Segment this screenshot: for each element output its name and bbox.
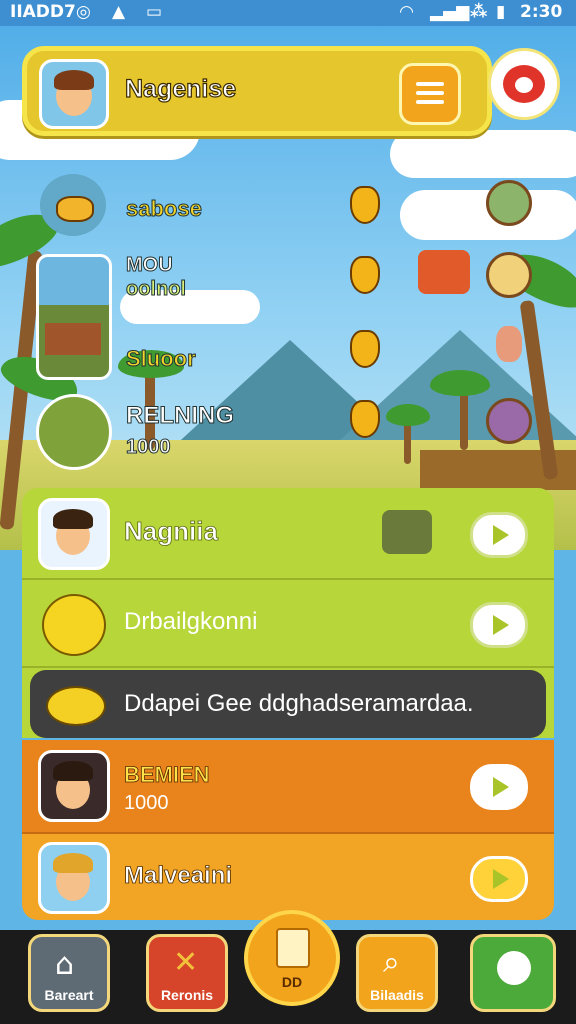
nav-label: Reronis — [160, 987, 214, 1003]
notification-icon: ◎ — [76, 2, 91, 22]
fruit-icon — [350, 400, 380, 438]
row-name: Drbailgkonni — [124, 608, 258, 635]
document-icon — [276, 928, 310, 968]
nav-label: DD — [281, 974, 303, 990]
bottom-nav: ⌂ Bareart ✕ Reronis DD ⌕ Bilaadis — [0, 910, 576, 1024]
palm-leaf — [430, 370, 490, 396]
row-label: RELNING — [126, 402, 235, 430]
status-time: 2:30 — [520, 2, 563, 22]
home-icon: ⌂ — [55, 947, 75, 982]
fish-icon — [46, 686, 106, 726]
tools-icon: ✕ — [173, 945, 199, 980]
row-thumb-items[interactable] — [40, 174, 106, 236]
nav-label: Bareart — [44, 987, 94, 1003]
status-bar: IIADD7 ◎ ▲ ▭ ◠ ▂▄▆ ⁂ ▮ 2:30 — [0, 0, 576, 26]
row-thumb-house[interactable] — [36, 254, 112, 380]
wifi-icon: ◠ — [400, 2, 414, 22]
fruit-icon — [56, 196, 94, 222]
list-item-2[interactable]: Drbailgkonni — [22, 580, 554, 668]
row-name: Malveaini — [124, 862, 233, 890]
list-item-1[interactable]: Nagniia — [22, 488, 554, 580]
player-list-panel: Nagniia Drbailgkonni Ddapei Gee ddghadse… — [22, 488, 554, 920]
row-label-line2: oolnol — [126, 278, 187, 301]
cloud — [390, 130, 576, 178]
row-thumb-field[interactable] — [36, 394, 112, 470]
data-icon: ⁂ — [470, 2, 488, 22]
crate-icon[interactable] — [486, 252, 532, 298]
alert-icon: ▲ — [112, 2, 126, 22]
potion-icon[interactable] — [486, 398, 532, 444]
meat-icon — [496, 326, 522, 362]
palm-tree — [460, 390, 468, 450]
nav-home-button[interactable]: ⌂ Bareart — [28, 934, 110, 1012]
fruit-icon — [350, 256, 380, 294]
battery-icon: ▮ — [496, 2, 506, 22]
leaf-icon[interactable] — [486, 180, 532, 226]
player-name: Nagenise — [124, 74, 237, 103]
play-button[interactable] — [470, 512, 528, 558]
signal-icon: ▂▄▆ — [430, 2, 470, 22]
list-item-3: Ddapei Gee ddghadseramardaa. — [22, 668, 554, 738]
nav-main-button[interactable]: DD — [244, 910, 340, 1006]
play-button[interactable] — [470, 764, 528, 810]
cart-icon — [418, 250, 470, 294]
message-text: Ddapei Gee ddghadseramardaa. — [124, 690, 474, 717]
nav-tools-button[interactable]: ✕ Reronis — [146, 934, 228, 1012]
row-label: sabose — [126, 196, 203, 222]
row-avatar — [38, 842, 110, 914]
list-item-4[interactable]: BEMIEN 1000 — [22, 740, 554, 834]
nav-profile-button[interactable] — [470, 934, 556, 1012]
list-item-5[interactable]: Malveaini — [22, 834, 554, 920]
message-banner[interactable]: Ddapei Gee ddghadseramardaa. — [30, 670, 546, 738]
message-icon: ▭ — [146, 2, 163, 22]
cart-icon — [382, 510, 432, 554]
play-button[interactable] — [470, 856, 528, 902]
status-left-text: IIADD7 — [10, 2, 76, 22]
palm-leaf — [386, 404, 430, 426]
fruit-icon — [350, 186, 380, 224]
row-label-line1: MOU — [126, 254, 174, 277]
row-avatar — [38, 498, 110, 570]
row-label: Sluoor — [126, 346, 197, 372]
nav-label: Bilaadis — [370, 987, 424, 1003]
row-avatar — [38, 750, 110, 822]
fruit-icon — [350, 330, 380, 368]
search-icon: ⌕ — [383, 945, 400, 980]
nav-search-button[interactable]: ⌕ Bilaadis — [356, 934, 438, 1012]
dog-icon — [42, 594, 106, 656]
row-value: 1000 — [126, 436, 171, 459]
row-value: 1000 — [124, 792, 169, 814]
mascot-button[interactable] — [488, 48, 560, 120]
player-avatar[interactable] — [39, 59, 109, 129]
row-name: BEMIEN — [124, 762, 210, 788]
player-header[interactable]: Nagenise — [22, 46, 492, 136]
profile-icon — [497, 951, 531, 985]
play-button[interactable] — [470, 602, 528, 648]
menu-button[interactable] — [399, 63, 461, 125]
row-name: Nagniia — [124, 516, 219, 547]
palm-tree — [404, 420, 411, 464]
